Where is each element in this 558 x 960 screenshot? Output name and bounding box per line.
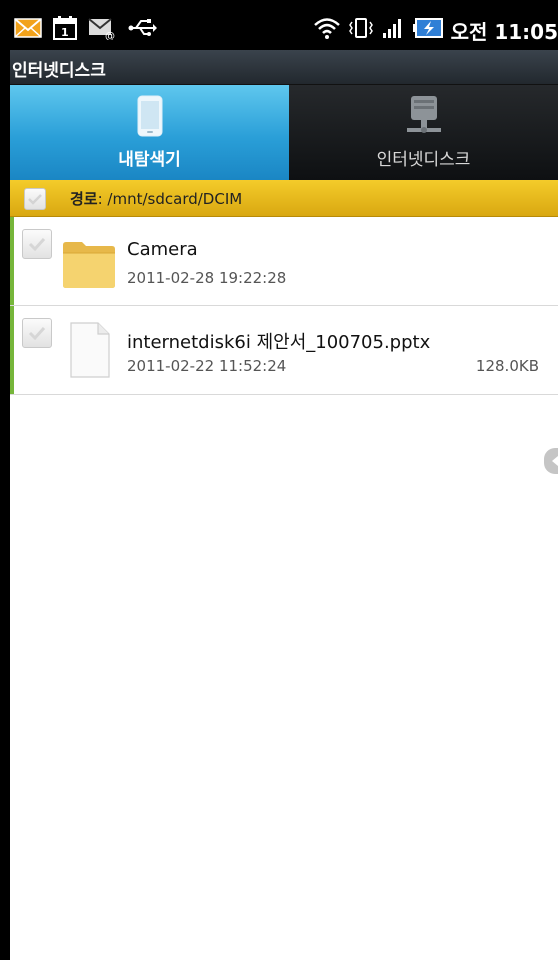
folder-icon bbox=[62, 237, 116, 293]
mail-icon bbox=[14, 17, 42, 43]
item-checkbox[interactable] bbox=[22, 318, 52, 348]
svg-text:@: @ bbox=[105, 31, 115, 40]
app-title: 인터넷디스크 bbox=[12, 61, 106, 81]
tab-label: 인터넷디스크 bbox=[376, 150, 471, 170]
email-icon: @ bbox=[88, 16, 118, 44]
list-item[interactable]: internetdisk6i 제안서_100705.pptx 2011-02-2… bbox=[10, 306, 558, 395]
path-value: : /mnt/sdcard/DCIM bbox=[97, 190, 243, 208]
status-bar: 1 @ 오전 11:05 bbox=[10, 10, 558, 50]
usb-icon bbox=[128, 17, 158, 43]
check-icon bbox=[28, 194, 42, 205]
vibrate-icon bbox=[348, 16, 373, 44]
status-clock: 오전 11:05 bbox=[450, 19, 558, 44]
svg-text:1: 1 bbox=[61, 26, 69, 39]
status-right-icons: 오전 11:05 bbox=[313, 10, 558, 50]
select-all-checkbox[interactable] bbox=[24, 188, 46, 210]
fast-scroll-handle[interactable] bbox=[544, 448, 558, 474]
app-title-bar: 인터넷디스크 bbox=[10, 50, 558, 85]
file-date: 2011-02-28 19:22:28 bbox=[127, 269, 287, 287]
file-size: 128.0KB bbox=[475, 357, 539, 375]
file-name: internetdisk6i 제안서_100705.pptx bbox=[127, 332, 431, 353]
item-checkbox[interactable] bbox=[22, 229, 52, 259]
status-left-icons: 1 @ bbox=[14, 10, 158, 50]
tab-bar: 내탐색기 인터넷디스크 bbox=[10, 85, 558, 180]
list-item[interactable]: Camera 2011-02-28 19:22:28 bbox=[10, 217, 558, 306]
file-name: Camera bbox=[127, 239, 198, 260]
selection-indicator bbox=[10, 217, 14, 305]
tab-internet-disk[interactable]: 인터넷디스크 bbox=[289, 85, 558, 180]
check-icon bbox=[28, 326, 46, 341]
document-icon bbox=[70, 322, 110, 382]
phone-icon bbox=[137, 95, 163, 141]
calendar-icon: 1 bbox=[52, 15, 78, 45]
path-label: 경로 bbox=[70, 190, 98, 208]
check-icon bbox=[28, 237, 46, 252]
screen: 1 @ 오전 11:05 인터넷디스크 내탐색기 인터넷디스크 경로: /mnt… bbox=[10, 10, 558, 960]
tab-my-explorer[interactable]: 내탐색기 bbox=[10, 85, 289, 180]
path-bar: 경로: /mnt/sdcard/DCIM bbox=[10, 180, 558, 217]
network-drive-icon bbox=[405, 95, 443, 141]
current-path: 경로: /mnt/sdcard/DCIM bbox=[70, 188, 242, 209]
wifi-icon bbox=[313, 16, 341, 44]
tab-label: 내탐색기 bbox=[118, 150, 181, 170]
battery-charging-icon bbox=[412, 16, 443, 44]
signal-icon bbox=[381, 16, 405, 44]
file-date: 2011-02-22 11:52:24 bbox=[127, 357, 287, 375]
selection-indicator bbox=[10, 306, 14, 394]
